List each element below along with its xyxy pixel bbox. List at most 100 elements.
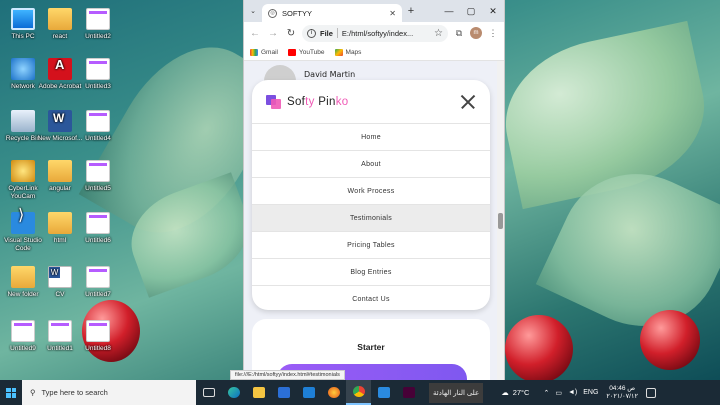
- network-tray-icon[interactable]: ▭: [555, 389, 562, 397]
- nav-item-home[interactable]: Home: [252, 123, 490, 150]
- tab-title: SOFTYY: [282, 8, 313, 18]
- forward-icon[interactable]: →: [266, 28, 280, 39]
- info-icon[interactable]: i: [307, 28, 316, 38]
- back-icon[interactable]: ←: [248, 28, 262, 39]
- taskbar-chrome[interactable]: [346, 380, 371, 405]
- desktop-icon-label: Recycle Bin: [5, 135, 41, 142]
- taskbar-store[interactable]: [271, 380, 296, 405]
- new-tab-button[interactable]: +: [402, 5, 420, 17]
- pc-icon: [11, 8, 35, 30]
- desktop-icon-label: Untitled1: [47, 345, 73, 352]
- folder-icon: [48, 212, 72, 234]
- youtube-icon: [287, 48, 296, 56]
- image-file-icon: [11, 320, 35, 342]
- browser-tab[interactable]: ◎ SOFTYY ✕: [262, 4, 402, 22]
- desktop-icon-label: Untitled9: [10, 345, 36, 352]
- desktop-icon-untitled6[interactable]: Untitled6: [75, 212, 121, 245]
- desktop-icon-untitled3[interactable]: Untitled3: [75, 58, 121, 91]
- tab-search-icon[interactable]: ⌄: [244, 7, 262, 15]
- globe-icon: ◎: [268, 8, 277, 18]
- image-file-icon: [86, 58, 110, 80]
- nav-item-about[interactable]: About: [252, 150, 490, 177]
- taskbar-xd[interactable]: [396, 380, 421, 405]
- profile-avatar[interactable]: m: [470, 27, 482, 39]
- bookmark-youtube[interactable]: YouTube: [287, 48, 325, 56]
- weather-widget[interactable]: ☁ 27°C: [501, 388, 529, 397]
- menu-kebab-icon[interactable]: ⋮: [486, 28, 500, 39]
- search-icon: ⚲: [30, 388, 36, 397]
- browser-toolbar: ← → ↻ i File E:/html/softyy/index... ☆ ⧉…: [244, 22, 504, 44]
- taskbar-edge[interactable]: [221, 380, 246, 405]
- desktop-icon-label: CyberLink YouCam: [8, 185, 38, 200]
- desktop-icon-label: This PC: [11, 33, 35, 40]
- news-widget[interactable]: على النار الهادئة: [429, 382, 484, 403]
- language-indicator[interactable]: ENG: [583, 389, 598, 396]
- vscode-icon: [11, 212, 35, 234]
- desktop-icon-untitled5[interactable]: Untitled5: [75, 160, 121, 193]
- scrollbar-thumb[interactable]: [498, 213, 503, 229]
- clock[interactable]: 04:46 ص ٢٠٢١/٠٧/١٢: [606, 385, 638, 401]
- bookmark-star-icon[interactable]: ☆: [434, 28, 443, 39]
- desktop-icon-untitled8[interactable]: Untitled8: [75, 320, 121, 353]
- taskbar-search[interactable]: ⚲ Type here to search: [22, 380, 196, 405]
- taskbar-firefox[interactable]: [321, 380, 346, 405]
- nav-item-testimonials[interactable]: Testimonials: [252, 204, 490, 231]
- wallpaper-cherry: [505, 315, 573, 380]
- desktop-icon-label: Untitled5: [85, 185, 111, 192]
- taskbar-explorer[interactable]: [246, 380, 271, 405]
- maps-icon: [334, 48, 343, 56]
- pricing-plan-title: Starter: [357, 342, 385, 352]
- bookmark-maps[interactable]: Maps: [334, 48, 362, 56]
- recycle-bin-icon: [11, 110, 35, 132]
- window-controls: — ▢ ✕: [420, 6, 504, 17]
- desktop-icon-label: html: [53, 237, 67, 244]
- chrome-icon: [352, 386, 365, 397]
- image-file-icon: [86, 8, 110, 30]
- edge-icon: [227, 387, 240, 398]
- word-icon: [48, 110, 72, 132]
- word-doc-icon: [48, 266, 72, 288]
- nav-list: Home About Work Process Testimonials Pri…: [252, 123, 490, 312]
- folder-icon: [48, 8, 72, 30]
- page-viewport: David Martin Softy Pinko Home About Work…: [244, 61, 499, 380]
- volume-icon[interactable]: ◄): [568, 389, 577, 396]
- page-scrollbar[interactable]: [497, 61, 504, 380]
- tray-chevron-icon[interactable]: ⌃: [543, 389, 549, 397]
- taskbar-vscode[interactable]: [371, 380, 396, 405]
- desktop-icon-label: Untitled6: [85, 237, 111, 244]
- reload-icon[interactable]: ↻: [284, 28, 298, 39]
- tab-bar: ⌄ ◎ SOFTYY ✕ + — ▢ ✕: [244, 0, 504, 22]
- start-button[interactable]: [0, 380, 22, 405]
- desktop-icon-untitled4[interactable]: Untitled4: [75, 110, 121, 143]
- window-close-icon[interactable]: ✕: [482, 6, 504, 17]
- minimize-icon[interactable]: —: [438, 6, 460, 17]
- desktop-icon-label: angular: [49, 185, 71, 192]
- site-logo[interactable]: Softy Pinko: [287, 96, 349, 108]
- nav-item-contact-us[interactable]: Contact Us: [252, 285, 490, 312]
- nav-item-pricing-tables[interactable]: Pricing Tables: [252, 231, 490, 258]
- taskbar-mail[interactable]: [296, 380, 321, 405]
- desktop-icon-label: Untitled4: [85, 135, 111, 142]
- bookmark-label: Maps: [345, 48, 362, 56]
- network-icon: [11, 58, 35, 80]
- nav-item-work-process[interactable]: Work Process: [252, 177, 490, 204]
- desktop-icon-untitled7[interactable]: Untitled7: [75, 266, 121, 299]
- image-file-icon: [86, 110, 110, 132]
- desktop-icon-label: react: [52, 33, 68, 40]
- clock-time: 04:46 ص: [609, 384, 636, 392]
- desktop-icon-label: Untitled2: [85, 33, 111, 40]
- tab-close-icon[interactable]: ✕: [389, 9, 396, 18]
- desktop-icon-untitled2[interactable]: Untitled2: [75, 8, 121, 41]
- browser-window: ⌄ ◎ SOFTYY ✕ + — ▢ ✕ ← → ↻ i File E:/htm…: [243, 0, 505, 380]
- task-view-button[interactable]: [196, 380, 221, 405]
- extensions-icon[interactable]: ⧉: [452, 28, 466, 39]
- logo-text-part: ko: [335, 95, 349, 108]
- close-menu-icon[interactable]: [460, 94, 476, 110]
- address-url[interactable]: E:/html/softyy/index...: [342, 29, 430, 38]
- maximize-icon[interactable]: ▢: [460, 6, 482, 17]
- nav-item-blog-entries[interactable]: Blog Entries: [252, 258, 490, 285]
- bookmark-gmail[interactable]: Gmail: [250, 48, 278, 56]
- notification-icon[interactable]: [645, 387, 656, 398]
- address-bar[interactable]: i File E:/html/softyy/index... ☆: [302, 24, 448, 42]
- desktop-icon-label: CV: [55, 291, 65, 298]
